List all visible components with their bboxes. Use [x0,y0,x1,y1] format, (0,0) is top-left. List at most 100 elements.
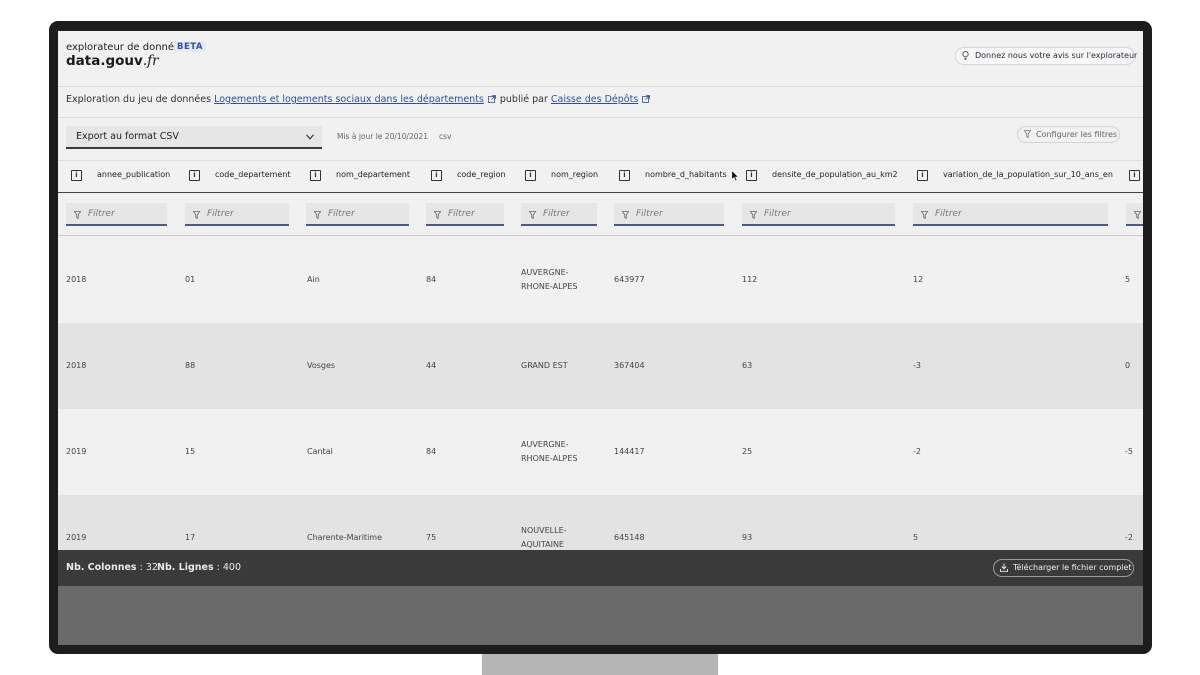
row-count-value: : 400 [216,562,242,573]
table-cell: Charente-Maritime [307,533,382,542]
column-filter-input[interactable]: Filtrer [426,203,504,226]
column-count-value: : 32 [139,562,158,573]
table-cell: 12 [913,275,924,284]
file-format: csv [439,132,452,141]
table-cell: 0 [1125,361,1131,370]
feedback-button[interactable]: Donnez nous votre avis sur l'explorateur [955,47,1137,65]
filter-icon [1134,211,1141,219]
table-cell: 367404 [614,361,645,370]
filter-icon [750,211,757,219]
table-cell: NOUVELLE-AQUITAINE [521,526,567,549]
configure-filters-button[interactable]: Configurer les filtres [1017,126,1120,143]
external-link-icon [487,95,496,103]
table-cell: 5 [913,533,919,542]
filter-placeholder: Filtrer [448,209,475,219]
publisher-link[interactable]: Caisse des Dépôts [551,94,638,105]
table-cell: 15 [185,447,196,456]
export-format-value: Export au format CSV [76,131,179,142]
filter-row: Filtrer Filtrer Filtrer Filtrer Filtrer … [58,194,1143,236]
divider [58,86,1143,87]
brand-name: data.gouv [66,53,143,69]
filter-icon [1024,130,1031,138]
dataset-link[interactable]: Logements et logements sociaux dans les … [214,94,484,105]
filter-icon [529,211,536,219]
table-cell: 25 [742,447,753,456]
column-count: Nb. Colonnes : 32 [66,562,158,573]
table-cell: AUVERGNE-RHONE-ALPES [521,440,578,463]
filter-placeholder: Filtrer [207,209,234,219]
table-cell: 63 [742,361,753,370]
empty-area [58,586,1143,645]
filter-icon [921,211,928,219]
app-title: explorateur de données [66,42,186,53]
column-filter-input[interactable]: Filtrer [306,203,409,226]
column-filter-input[interactable]: Filtrer [66,203,167,226]
info-icon[interactable]: i [71,170,82,181]
table-cell: 2019 [66,447,87,456]
download-icon [1000,563,1008,572]
column-filter-input[interactable]: Filtrer [742,203,895,226]
table-cell: Vosges [307,361,336,370]
table-cell: 5 [1125,275,1131,284]
info-icon[interactable]: i [431,170,442,181]
row-count-label: Nb. Lignes [157,562,214,573]
column-filter-input[interactable]: Filtrer [521,203,597,226]
column-name: nombre_d_habitants [645,170,727,179]
download-full-file-button[interactable]: Télécharger le fichier complet [993,559,1134,577]
column-name: nom_departement [336,170,411,179]
info-icon[interactable]: i [189,170,200,181]
table-cell: 2018 [66,361,87,370]
info-icon[interactable]: i [525,170,536,181]
column-header-row: i annee_publication i code_departement i no… [58,160,1143,193]
brand-suffix: .fr [142,53,159,69]
header: explorateur de données BETA data.gouv.fr… [58,31,1143,86]
column-filter-input[interactable]: Filtrer [185,203,289,226]
table-cell: 84 [426,275,437,284]
column-filter-input[interactable] [1126,203,1143,226]
screen: explorateur de données BETA data.gouv.fr… [58,31,1143,645]
beta-badge: BETA [174,42,207,52]
column-count-label: Nb. Colonnes [66,562,137,573]
filter-placeholder: Filtrer [764,209,791,219]
column-filter-input[interactable]: Filtrer [913,203,1108,226]
column-name: nom_region [551,170,599,179]
filter-icon [314,211,321,219]
table-cell: -2 [913,447,921,456]
row-count: Nb. Lignes : 400 [157,562,241,573]
chevron-down-icon [306,134,314,140]
info-icon[interactable]: i [310,170,321,181]
info-icon[interactable]: i [917,170,928,181]
filter-icon [74,211,81,219]
dataset-info: Exploration du jeu de données Logements … [66,94,654,105]
table-cell: AUVERGNE-RHONE-ALPES [521,268,578,291]
table-cell: 2018 [66,275,87,284]
column-filter-input[interactable]: Filtrer [614,203,724,226]
configure-filters-label: Configurer les filtres [1036,130,1118,139]
filter-placeholder: Filtrer [935,209,962,219]
column-name: variation_de_la_population_sur_10_ans_en [943,170,1113,179]
table-cell: 2019 [66,533,87,542]
info-icon[interactable]: i [619,170,630,181]
column-name: annee_publication [97,170,171,179]
column-name: densite_de_population_au_km2 [772,170,898,179]
footer-bar: Nb. Colonnes : 32 Nb. Lignes : 400 Téléc… [58,550,1143,586]
table-cell: 643977 [614,275,645,284]
table-row: 2019 15 Cantal 84 AUVERGNE-RHONE-ALPES 1… [58,409,1143,495]
info-icon[interactable]: i [1129,170,1140,181]
table-cell: 84 [426,447,437,456]
table-cell: -2 [1125,533,1133,542]
mouse-cursor-icon [731,170,740,182]
filter-placeholder: Filtrer [636,209,663,219]
info-icon[interactable]: i [746,170,757,181]
export-format-select[interactable]: Export au format CSV [66,126,322,149]
published-by: publié par [499,94,548,105]
column-name: code_departement [215,170,291,179]
filter-placeholder: Filtrer [543,209,570,219]
column-name: code_region [457,170,506,179]
filter-placeholder: Filtrer [328,209,355,219]
filter-icon [622,211,629,219]
filter-icon [193,211,200,219]
filter-placeholder: Filtrer [88,209,115,219]
table-cell: 93 [742,533,753,542]
brand-logo[interactable]: data.gouv.fr [66,53,159,69]
